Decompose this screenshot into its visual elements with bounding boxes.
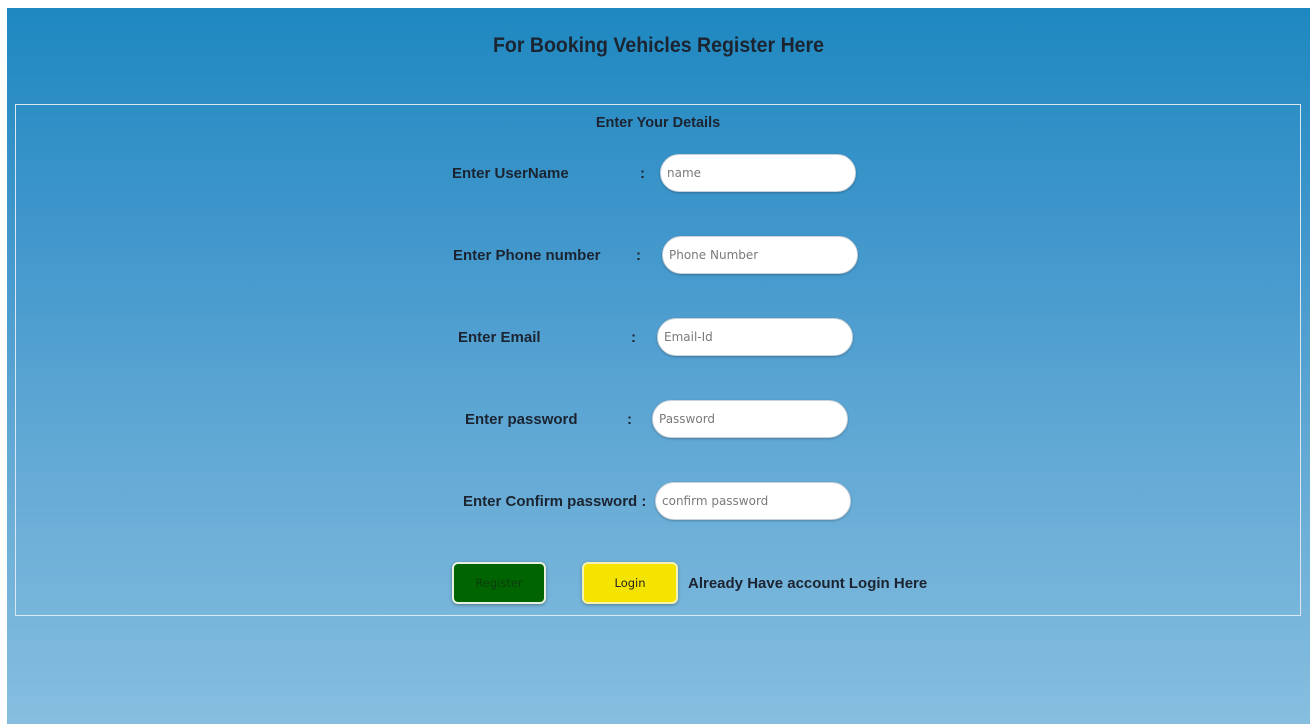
password-label: Enter password (465, 411, 578, 428)
phone-label: Enter Phone number (453, 247, 601, 264)
password-colon: : (627, 411, 632, 428)
email-input[interactable] (657, 318, 853, 356)
phone-input[interactable] (662, 236, 858, 274)
email-colon: : (631, 329, 636, 346)
phone-colon: : (636, 247, 641, 264)
confirm-password-label: Enter Confirm password : (463, 493, 647, 510)
email-label: Enter Email (458, 329, 541, 346)
username-colon: : (640, 165, 645, 182)
form-legend: Enter Your Details (595, 115, 721, 131)
confirm-password-input[interactable] (655, 482, 851, 520)
login-prompt-text: Already Have account Login Here (688, 575, 928, 592)
username-input[interactable] (660, 154, 856, 192)
password-input[interactable] (652, 400, 848, 438)
page-title: For Booking Vehicles Register Here (492, 34, 825, 57)
login-button[interactable]: Login (582, 562, 678, 604)
username-label: Enter UserName (452, 165, 569, 182)
register-button[interactable]: Register (452, 562, 546, 604)
page-background: For Booking Vehicles Register Here Enter… (7, 8, 1310, 724)
registration-form: Enter Your Details (15, 104, 1301, 616)
